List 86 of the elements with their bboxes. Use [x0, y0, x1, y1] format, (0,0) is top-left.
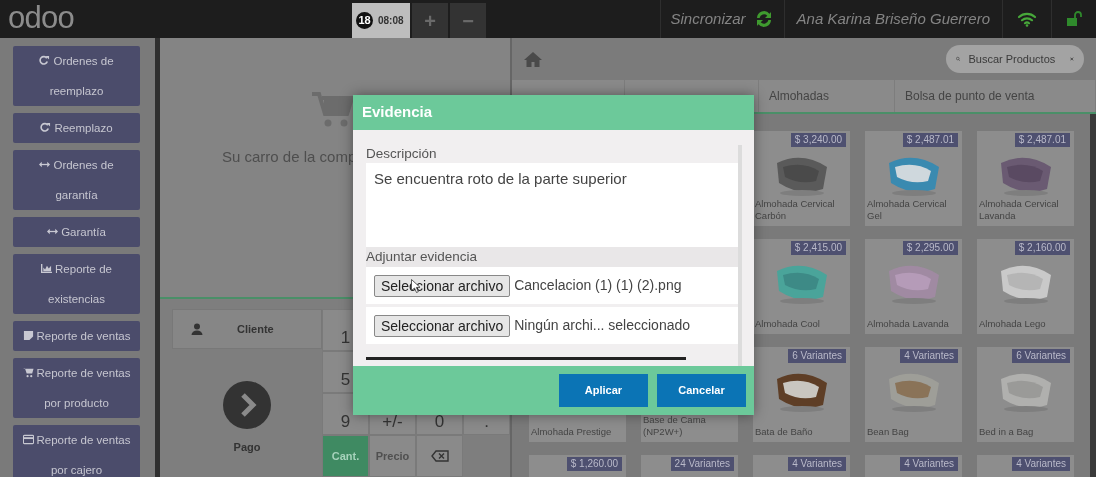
- user-icon: [191, 323, 203, 335]
- product-name: Almohada Cool: [755, 318, 821, 330]
- product-badge: 4 Variantes: [788, 457, 846, 471]
- order-number: 18: [356, 12, 373, 29]
- product-card[interactable]: $ 2,487.01 Almohada Cervical Lavanda: [977, 131, 1074, 226]
- numpad-mode-button[interactable]: Cant.: [322, 435, 369, 477]
- sidebar-button[interactable]: Reemplazo: [13, 113, 140, 143]
- product-name: Almohada Cervical Lavanda: [979, 198, 1060, 222]
- sidebar-button[interactable]: Garantía: [13, 217, 140, 247]
- refresh-icon: [39, 55, 51, 66]
- product-badge: $ 2,160.00: [1014, 241, 1070, 255]
- product-card[interactable]: 6 Variantes Bata de Baño: [753, 347, 850, 442]
- sidebar-button[interactable]: Reporte de ventas por producto: [13, 358, 140, 418]
- product-card[interactable]: $ 2,160.00 Almohada Lego: [977, 239, 1074, 334]
- product-card[interactable]: $ 2,487.01 Almohada Cervical Gel: [865, 131, 962, 226]
- refresh-icon: [40, 122, 52, 133]
- wifi-icon[interactable]: [1017, 11, 1037, 27]
- product-card[interactable]: $ 1,260.00: [529, 455, 626, 477]
- dialog-button[interactable]: Cancelar: [657, 374, 746, 407]
- product-badge: 6 Variantes: [1012, 349, 1070, 363]
- product-badge: 4 Variantes: [900, 457, 958, 471]
- sidebar-button[interactable]: Ordenes de garantía: [13, 150, 140, 210]
- product-name: Almohada Prestige: [531, 426, 613, 438]
- order-time: 08:08: [378, 14, 404, 28]
- product-card[interactable]: $ 3,240.00 Almohada Cervical Carbón: [753, 131, 850, 226]
- product-badge: $ 2,295.00: [902, 241, 958, 255]
- category-tab[interactable]: Almohadas: [759, 80, 895, 112]
- sidebar-button[interactable]: Ordenes de reemplazo: [13, 46, 140, 106]
- product-card[interactable]: 4 Variantes Bean Bag: [865, 347, 962, 442]
- search-input[interactable]: Buscar Productos: [968, 50, 1063, 68]
- logo: odoo: [7, 0, 75, 37]
- dialog-title: Evidencia: [353, 95, 754, 130]
- backspace-icon: [430, 450, 449, 462]
- product-badge: $ 2,487.01: [1014, 133, 1070, 147]
- product-name: Almohada Cervical Carbón: [755, 198, 836, 222]
- lock-icon[interactable]: [1066, 11, 1082, 27]
- backspace-button[interactable]: [416, 435, 463, 477]
- product-card[interactable]: $ 2,415.00 Almohada Cool: [753, 239, 850, 334]
- customer-button[interactable]: Cliente: [172, 309, 322, 349]
- product-badge: 24 Variantes: [670, 457, 734, 471]
- double-arrow-icon: [39, 159, 51, 170]
- product-card[interactable]: 4 Variantes: [865, 455, 962, 477]
- file-select-button[interactable]: Seleccionar archivo: [374, 314, 511, 337]
- product-badge: 6 Variantes: [788, 349, 846, 363]
- home-icon[interactable]: [524, 51, 542, 67]
- chevron-right-icon: [223, 381, 271, 429]
- product-badge: 4 Variantes: [1012, 457, 1070, 471]
- product-name: Almohada Lavanda: [867, 318, 950, 330]
- sidebar-button[interactable]: Reporte de ventas por cajero: [13, 425, 140, 477]
- dialog-button[interactable]: Aplicar: [559, 374, 648, 407]
- product-badge: 4 Variantes: [900, 349, 958, 363]
- product-name: Bean Bag: [867, 426, 910, 438]
- product-name: Base de Cama (NP2W+): [643, 414, 707, 438]
- search-field[interactable]: Buscar Productos: [946, 45, 1084, 73]
- order-add-button[interactable]: +: [412, 3, 448, 38]
- cart-icon: [22, 367, 34, 378]
- product-card[interactable]: 4 Variantes: [753, 455, 850, 477]
- product-card[interactable]: 4 Variantes: [977, 455, 1074, 477]
- search-icon: [956, 54, 961, 64]
- note-icon: [22, 330, 34, 341]
- bar-chart-icon: [41, 263, 53, 274]
- order-tab[interactable]: 18 08:08: [352, 3, 410, 38]
- numpad-mode-button[interactable]: Precio: [369, 435, 416, 477]
- credit-card-icon: [22, 434, 34, 445]
- product-card[interactable]: 6 Variantes Bed in a Bag: [977, 347, 1074, 442]
- description-field[interactable]: Se encuentra roto de la parte superior: [366, 163, 738, 247]
- file-name: Ningún archi... seleccionado: [514, 316, 691, 335]
- product-name: Bed in a Bag: [979, 426, 1035, 438]
- product-badge: $ 3,240.00: [790, 133, 846, 147]
- sidebar-button[interactable]: Reporte de existencias: [13, 254, 140, 314]
- product-name: Almohada Lego: [979, 318, 1047, 330]
- category-tab[interactable]: Bolsa de punto de venta: [895, 80, 1096, 112]
- order-remove-button[interactable]: −: [450, 3, 486, 38]
- product-name: Bata de Baño: [755, 426, 814, 438]
- product-card[interactable]: 24 Variantes: [641, 455, 738, 477]
- product-badge: $ 2,487.01: [902, 133, 958, 147]
- product-card[interactable]: $ 2,295.00 Almohada Lavanda: [865, 239, 962, 334]
- product-badge: $ 1,260.00: [566, 457, 622, 471]
- sidebar-button[interactable]: Reporte de ventas: [13, 321, 140, 351]
- double-arrow-icon: [47, 226, 59, 237]
- file-name: Cancelacion (1) (1) (2).png: [514, 276, 682, 295]
- product-name: Almohada Cervical Gel: [867, 198, 948, 222]
- product-badge: $ 2,415.00: [790, 241, 846, 255]
- cart-icon: [312, 92, 354, 128]
- field-label: Adjuntar evidencia: [366, 247, 738, 267]
- field-label: Descripción: [366, 145, 438, 163]
